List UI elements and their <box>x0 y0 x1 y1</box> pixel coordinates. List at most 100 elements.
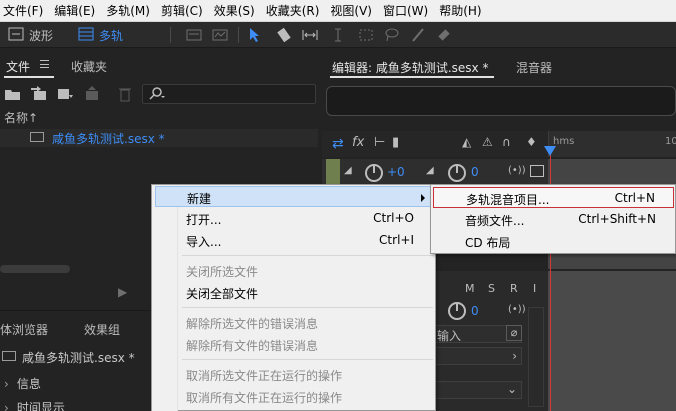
timeline-ruler[interactable]: hms 10 <box>548 131 676 157</box>
record-arm-button[interactable]: R <box>510 282 518 295</box>
snap-icon[interactable]: ⚠ <box>482 135 493 149</box>
playhead-marker[interactable] <box>544 146 556 156</box>
name-column-header[interactable]: 名称↑ <box>4 109 38 126</box>
phase-invert-icon[interactable]: ⌀ <box>506 325 522 341</box>
menu-item-audio-file[interactable]: 音频文件... Ctrl+Shift+N <box>433 209 674 230</box>
spectral-pitch-icon[interactable] <box>212 27 228 43</box>
browser-file-name[interactable]: 咸鱼多轨测试.sesx * <box>22 349 135 366</box>
time-display-label: 时间显示 <box>16 401 65 411</box>
move-tool-icon[interactable] <box>248 27 264 43</box>
tab-favorites[interactable]: 收藏夹 <box>71 58 107 75</box>
menu-item-new[interactable]: 新建 <box>155 186 434 207</box>
pan-value[interactable]: 0 <box>471 165 479 179</box>
menu-file[interactable]: 文件(F) <box>0 0 51 22</box>
insert-icon[interactable] <box>84 85 102 103</box>
menu-item-dismiss-selected-errors[interactable]: 解除所选文件的错误消息 <box>155 312 434 333</box>
metronome-icon[interactable]: ◭ <box>462 135 471 149</box>
info-label: 信息 <box>16 377 41 391</box>
time-display-section[interactable]: › 时间显示 <box>4 399 65 411</box>
menu-item-cancel-selected-ops[interactable]: 取消所选文件正在运行的操作 <box>155 364 434 385</box>
marker-icon[interactable]: ♦ <box>526 135 537 149</box>
new-submenu: 多轨混音项目... Ctrl+N 音频文件... Ctrl+Shift+N CD… <box>430 184 676 254</box>
tab-effects-rack[interactable]: 效果组 <box>84 321 120 338</box>
search-input[interactable] <box>142 84 316 104</box>
spot-healing-tool-icon[interactable] <box>436 27 452 43</box>
menu-favorites[interactable]: 收藏夹(R) <box>263 0 328 22</box>
menu-item-multitrack-session[interactable]: 多轨混音项目... Ctrl+N <box>433 187 674 208</box>
info-section[interactable]: › 信息 <box>4 375 41 392</box>
razor-tool-icon[interactable] <box>276 27 292 43</box>
multitrack-mode-button[interactable]: 多轨 <box>72 25 129 45</box>
chevron-right-icon: › <box>4 401 9 411</box>
output-dropdown[interactable]: › <box>432 347 522 365</box>
tab-media-browser[interactable]: 体浏览器 <box>0 321 48 338</box>
track-lane-2[interactable] <box>548 271 676 411</box>
monitor-input-button[interactable]: I <box>533 282 536 295</box>
menu-view[interactable]: 视图(V) <box>327 0 380 22</box>
menu-window[interactable]: 窗口(W) <box>380 0 436 22</box>
menu-help[interactable]: 帮助(H) <box>436 0 489 22</box>
session-file-icon <box>2 351 16 361</box>
tab-editor[interactable]: 编辑器: 咸鱼多轨测试.sesx * <box>332 59 488 76</box>
solo-button[interactable]: S <box>488 282 495 295</box>
menu-item-shortcut: Ctrl+N <box>614 191 655 205</box>
chevron-right-icon: › <box>4 377 9 391</box>
pan-value-2[interactable]: 0 <box>471 304 479 318</box>
waveform-icon <box>8 27 24 44</box>
import-icon[interactable] <box>30 85 48 103</box>
slip-tool-icon[interactable] <box>302 27 318 43</box>
file-row[interactable]: 咸鱼多轨测试.sesx * <box>0 129 318 147</box>
inputs-outputs-icon[interactable]: ⇄ <box>332 136 344 152</box>
menu-item-cancel-all-ops[interactable]: 取消所有文件正在运行的操作 <box>155 386 434 407</box>
menu-multitrack[interactable]: 多轨(M) <box>103 0 158 22</box>
trash-icon[interactable] <box>116 85 134 103</box>
menu-effects[interactable]: 效果(S) <box>211 0 263 22</box>
waveform-label: 波形 <box>29 28 54 43</box>
new-file-icon[interactable] <box>56 85 74 103</box>
menu-item-label: 关闭所选文件 <box>186 265 259 279</box>
menu-item-dismiss-all-errors[interactable]: 解除所有文件的错误消息 <box>155 334 434 355</box>
sort-ascending-icon: ↑ <box>28 111 39 125</box>
meter-icon <box>530 165 544 177</box>
brush-tool-icon[interactable] <box>410 27 426 43</box>
headphones-icon[interactable]: ∩ <box>502 135 511 149</box>
volume-value[interactable]: +0 <box>387 165 405 179</box>
tab-mixer[interactable]: 混音器 <box>516 59 552 76</box>
pan-knob[interactable] <box>448 164 466 182</box>
waveform-mode-button[interactable]: 波形 <box>2 25 59 45</box>
fx-icon[interactable]: fx <box>352 135 364 150</box>
menu-clip[interactable]: 剪辑(C) <box>158 0 211 22</box>
sends-icon[interactable]: ⊢ <box>374 135 385 150</box>
menu-edit[interactable]: 编辑(E) <box>51 0 103 22</box>
menu-item-cd-layout[interactable]: CD 布局 <box>433 231 674 252</box>
multitrack-label: 多轨 <box>99 28 124 43</box>
panel-menu-icon[interactable] <box>40 60 49 68</box>
spectral-frequency-icon[interactable] <box>186 27 202 43</box>
menu-item-open[interactable]: 打开... Ctrl+O <box>155 208 434 229</box>
menu-item-label: CD 布局 <box>465 236 511 250</box>
mute-button[interactable]: M <box>465 282 475 295</box>
pan-knob-2[interactable] <box>448 302 466 320</box>
automation-dropdown[interactable]: ⌄ <box>432 381 522 399</box>
horizontal-scrollbar[interactable] <box>0 265 70 273</box>
menu-item-label: 打开... <box>186 213 222 227</box>
time-selection-tool-icon[interactable] <box>330 27 346 43</box>
context-menu: 新建 打开... Ctrl+O 导入... Ctrl+I 关闭所选文件 关闭全部… <box>151 184 436 411</box>
menu-item-shortcut: Ctrl+I <box>379 233 414 247</box>
name-column-label: 名称 <box>4 111 29 125</box>
pan-icon: ◢ <box>426 165 434 176</box>
track-meter <box>528 307 544 407</box>
eq-icon[interactable]: ▮ <box>392 135 399 150</box>
lasso-tool-icon[interactable] <box>384 27 400 43</box>
play-icon[interactable]: ▶ <box>118 285 127 299</box>
menu-item-close-all[interactable]: 关闭全部文件 <box>155 282 434 303</box>
tab-files[interactable]: 文件 <box>6 58 30 75</box>
session-overview[interactable] <box>326 86 676 116</box>
menu-item-close-selected[interactable]: 关闭所选文件 <box>155 260 434 281</box>
menu-item-import[interactable]: 导入... Ctrl+I <box>155 230 434 251</box>
open-folder-icon[interactable] <box>4 85 22 103</box>
menu-item-label: 多轨混音项目... <box>466 193 550 207</box>
marquee-tool-icon[interactable] <box>358 27 374 43</box>
files-toolbar <box>0 82 318 106</box>
volume-knob[interactable] <box>365 164 383 182</box>
